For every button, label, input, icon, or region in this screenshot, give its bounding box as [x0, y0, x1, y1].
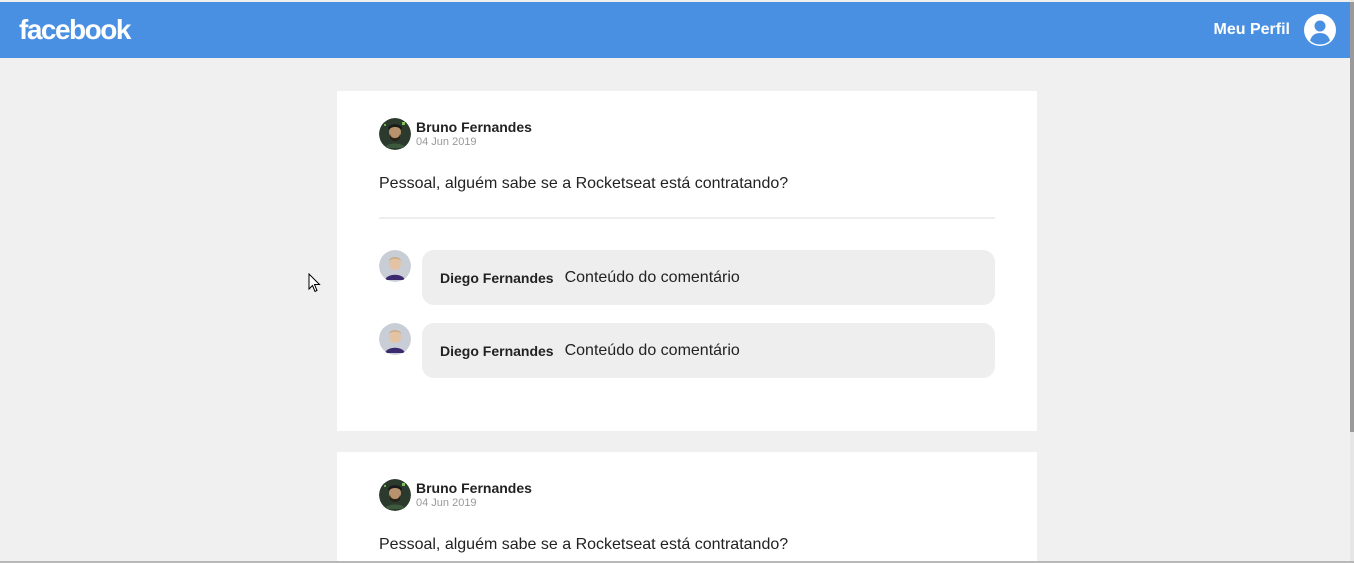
comments-list: Diego Fernandes Conteúdo do comentário D…	[379, 250, 995, 378]
post-header: Bruno Fernandes 04 Jun 2019	[379, 479, 995, 511]
comment-text: Conteúdo do comentário	[564, 341, 740, 359]
post-date: 04 Jun 2019	[416, 497, 477, 509]
profile-link[interactable]: Meu Perfil	[1214, 14, 1336, 46]
facebook-logo[interactable]: facebook	[19, 14, 131, 46]
avatar[interactable]	[379, 479, 411, 511]
post-date: 04 Jun 2019	[416, 136, 477, 148]
author-block: Bruno Fernandes 04 Jun 2019	[416, 119, 532, 148]
comment-bubble: Diego Fernandes Conteúdo do comentário	[422, 323, 995, 378]
post-content: Pessoal, alguém sabe se a Rocketseat est…	[379, 175, 789, 192]
post-header: Bruno Fernandes 04 Jun 2019	[379, 118, 995, 150]
divider	[379, 217, 995, 219]
post-content: Pessoal, alguém sabe se a Rocketseat est…	[379, 536, 789, 553]
author-name[interactable]: Bruno Fernandes	[416, 480, 532, 496]
avatar[interactable]	[379, 118, 411, 150]
user-circle-icon	[1304, 14, 1336, 46]
profile-label: Meu Perfil	[1213, 21, 1290, 38]
author-name[interactable]: Bruno Fernandes	[416, 119, 532, 135]
post-card: Bruno Fernandes 04 Jun 2019 Pessoal, alg…	[337, 452, 1037, 563]
comment: Diego Fernandes Conteúdo do comentário	[379, 323, 995, 378]
top-navbar: facebook Meu Perfil	[0, 2, 1350, 58]
post-card: Bruno Fernandes 04 Jun 2019 Pessoal, alg…	[337, 91, 1037, 431]
mouse-cursor-icon	[308, 273, 321, 293]
author-block: Bruno Fernandes 04 Jun 2019	[416, 480, 532, 509]
avatar[interactable]	[379, 323, 411, 355]
comment: Diego Fernandes Conteúdo do comentário	[379, 250, 995, 305]
comment-author[interactable]: Diego Fernandes	[440, 270, 554, 286]
scrollbar-thumb[interactable]	[1350, 2, 1354, 432]
scrollbar[interactable]	[1350, 0, 1354, 563]
comment-bubble: Diego Fernandes Conteúdo do comentário	[422, 250, 995, 305]
comment-text: Conteúdo do comentário	[564, 268, 740, 286]
comment-author[interactable]: Diego Fernandes	[440, 343, 554, 359]
avatar[interactable]	[379, 250, 411, 282]
